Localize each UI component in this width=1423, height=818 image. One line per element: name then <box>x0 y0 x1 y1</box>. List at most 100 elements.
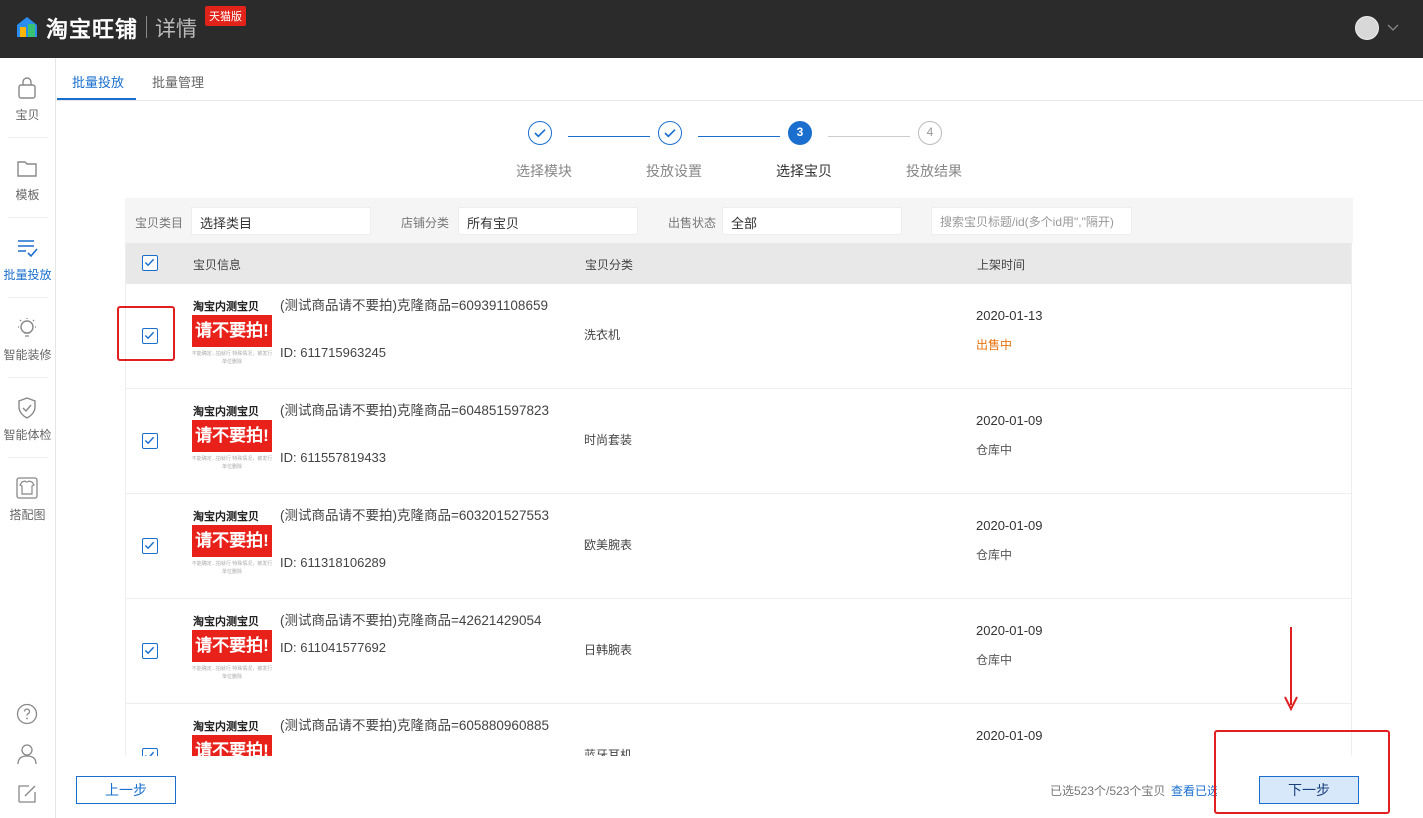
sidebar-item-baby[interactable]: 宝贝 <box>0 58 55 138</box>
step-1-done <box>528 121 552 145</box>
row-checkbox[interactable] <box>142 643 158 659</box>
arrow-down-icon <box>1284 627 1298 712</box>
check-icon <box>144 258 155 267</box>
check-icon <box>664 129 676 138</box>
step-connector <box>698 136 780 137</box>
table-row[interactable]: 淘宝内测宝贝 请不要拍! 不能确定...拍就行 特殊情况，被发行单位删除 (测试… <box>126 704 1351 756</box>
step-label: 选择模块 <box>516 163 572 179</box>
brand-divider <box>146 16 147 38</box>
row-checkbox[interactable] <box>142 538 158 554</box>
step-label: 选择宝贝 <box>776 163 832 179</box>
tab-bar: 批量投放 批量管理 <box>56 58 1423 101</box>
thumb-title: 淘宝内测宝贝 <box>193 406 259 418</box>
highlight-box <box>117 306 175 361</box>
chevron-down-icon[interactable] <box>1386 20 1400 34</box>
sidebar-item-label: 模板 <box>15 188 40 202</box>
product-title[interactable]: (测试商品请不要拍)克隆商品=604851597823 <box>280 401 570 421</box>
shop-category-select[interactable]: 所有宝贝 <box>458 207 638 235</box>
sidebar-item-smart-check[interactable]: 智能体检 <box>0 378 55 458</box>
edit-icon[interactable] <box>15 782 39 806</box>
product-id: ID: 611557819433 <box>280 450 387 465</box>
thumb-title: 淘宝内测宝贝 <box>193 616 259 628</box>
sidebar-item-collocation[interactable]: 搭配图 <box>0 458 55 538</box>
bag-icon <box>18 77 36 99</box>
check-icon <box>144 541 155 550</box>
tab-active-indicator <box>57 98 136 100</box>
product-title[interactable]: (测试商品请不要拍)克隆商品=603201527553 <box>280 506 570 526</box>
step-label: 投放设置 <box>646 163 702 179</box>
sale-status-label: 出售状态 <box>668 216 717 230</box>
thumb-warning: 请不要拍! <box>192 630 272 662</box>
sale-status: 仓库中 <box>976 653 1013 667</box>
table-header: 宝贝信息 宝贝分类 上架时间 <box>126 243 1351 284</box>
thumb-warning: 请不要拍! <box>192 735 272 756</box>
product-title[interactable]: (测试商品请不要拍)克隆商品=42621429054 <box>280 611 570 631</box>
shield-check-icon <box>18 397 36 419</box>
sidebar-item-smart-decor[interactable]: 智能装修 <box>0 298 55 378</box>
table-row[interactable]: 淘宝内测宝贝 请不要拍! 不能确定...拍就行 特殊情况，被发行单位删除 (测试… <box>126 494 1351 599</box>
brand-subtitle: 详情 <box>155 18 197 41</box>
step-3-current: 3 <box>788 121 812 145</box>
thumb-warning: 请不要拍! <box>192 525 272 557</box>
sale-status: 出售中 <box>976 338 1013 352</box>
sale-status: 仓库中 <box>976 443 1013 457</box>
step-4-pending: 4 <box>918 121 942 145</box>
folder-icon <box>17 161 37 177</box>
highlight-box <box>1214 730 1390 814</box>
sidebar-item-batch[interactable]: 批量投放 <box>0 218 55 298</box>
row-checkbox[interactable] <box>142 433 158 449</box>
tmall-badge: 天猫版 <box>205 6 246 26</box>
shop-category-label: 店铺分类 <box>401 216 450 230</box>
table-row[interactable]: 淘宝内测宝贝 请不要拍! 不能确定...拍就行 特殊情况，被发行单位删除 (测试… <box>126 284 1351 389</box>
sidebar-item-label: 批量投放 <box>3 268 52 282</box>
row-checkbox[interactable] <box>142 748 158 756</box>
listing-date: 2020-01-09 <box>976 413 1043 428</box>
product-id: ID: 611041577692 <box>280 640 387 655</box>
help-icon[interactable] <box>15 702 39 726</box>
select-all-checkbox[interactable] <box>142 255 158 271</box>
brand-title: 淘宝旺铺 <box>46 17 139 42</box>
sidebar: 宝贝 模板 批量投放 智能装修 智能体检 搭配图 <box>0 58 56 818</box>
thumb-warning: 请不要拍! <box>192 420 272 452</box>
sidebar-item-label: 搭配图 <box>9 508 46 522</box>
tab-batch-deliver[interactable]: 批量投放 <box>72 72 124 91</box>
sale-status: 仓库中 <box>976 548 1013 562</box>
shirt-icon <box>16 477 38 499</box>
table-row[interactable]: 淘宝内测宝贝 请不要拍! 不能确定...拍就行 特殊情况，被发行单位删除 (测试… <box>126 599 1351 704</box>
product-id: ID: 611318106289 <box>280 555 387 570</box>
step-2-done <box>658 121 682 145</box>
taobao-logo-icon <box>17 17 37 37</box>
avatar[interactable] <box>1355 16 1379 40</box>
search-input[interactable]: 搜索宝贝标题/id(多个id用","隔开) <box>931 207 1132 235</box>
product-category: 时尚套装 <box>584 433 633 447</box>
product-id: ID: 611715963245 <box>280 345 387 360</box>
column-header-time: 上架时间 <box>977 258 1026 272</box>
view-selected-link[interactable]: 查看已选 <box>1171 782 1217 799</box>
check-icon <box>144 436 155 445</box>
sale-status-select[interactable]: 全部 <box>722 207 902 235</box>
check-icon <box>144 646 155 655</box>
column-header-info: 宝贝信息 <box>193 258 242 272</box>
product-thumbnail: 淘宝内测宝贝 请不要拍! 不能确定...拍就行 特殊情况，被发行单位删除 <box>191 508 273 584</box>
thumb-note: 不能确定...拍就行 特殊情况，被发行单位删除 <box>191 351 273 365</box>
tab-batch-manage[interactable]: 批量管理 <box>152 72 204 91</box>
step-connector <box>828 136 910 137</box>
table-row[interactable]: 淘宝内测宝贝 请不要拍! 不能确定...拍就行 特殊情况，被发行单位删除 (测试… <box>126 389 1351 494</box>
thumb-note: 不能确定...拍就行 特殊情况，被发行单位删除 <box>191 666 273 680</box>
sidebar-item-label: 宝贝 <box>15 108 40 122</box>
product-title[interactable]: (测试商品请不要拍)克隆商品=605880960885 <box>280 716 570 736</box>
listing-date: 2020-01-09 <box>976 518 1043 533</box>
product-thumbnail: 淘宝内测宝贝 请不要拍! 不能确定...拍就行 特殊情况，被发行单位删除 <box>191 298 273 374</box>
thumb-title: 淘宝内测宝贝 <box>193 511 259 523</box>
user-icon[interactable] <box>15 742 39 766</box>
category-select[interactable]: 选择类目 <box>191 207 371 235</box>
category-filter-label: 宝贝类目 <box>135 216 184 230</box>
thumb-warning: 请不要拍! <box>192 315 272 347</box>
sidebar-item-label: 智能装修 <box>3 348 52 362</box>
listing-date: 2020-01-09 <box>976 623 1043 638</box>
product-category: 洗衣机 <box>584 328 621 342</box>
prev-step-button[interactable]: 上一步 <box>76 776 176 804</box>
bulb-icon <box>18 318 36 337</box>
product-title[interactable]: (测试商品请不要拍)克隆商品=609391108659 <box>280 296 570 316</box>
sidebar-item-template[interactable]: 模板 <box>0 138 55 218</box>
